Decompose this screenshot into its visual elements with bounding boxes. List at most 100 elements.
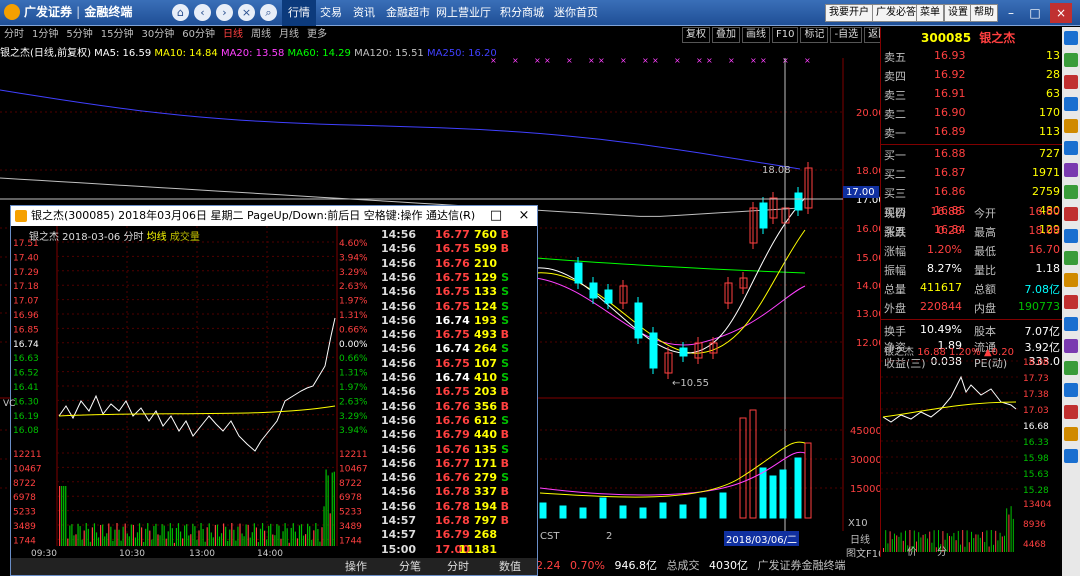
popup-vol-bar	[198, 530, 200, 546]
tick-side: B	[500, 242, 509, 256]
stock-name: 银之杰	[979, 31, 1016, 45]
period-tab-1[interactable]: 1分钟	[28, 27, 62, 43]
popup-close-button[interactable]: ×	[509, 206, 539, 226]
menu-6[interactable]: 迷你首页	[548, 0, 604, 26]
mini-tab-minute[interactable]: 分	[937, 543, 947, 558]
close-tab-icon[interactable]: ×	[238, 4, 255, 21]
period-tab-5[interactable]: 60分钟	[178, 27, 219, 43]
popup-vol-bar	[235, 540, 237, 546]
logo-text: 广发证券	[24, 5, 73, 19]
period-tab-7[interactable]: 周线	[247, 27, 275, 43]
popup-minimize-button[interactable]: –	[451, 206, 481, 226]
popup-vol-bar	[110, 526, 112, 546]
back-icon[interactable]: ‹	[194, 4, 211, 21]
order-book-row[interactable]: 卖五 16.93 13	[884, 49, 1060, 68]
home-icon[interactable]: ⌂	[172, 4, 189, 21]
popup-vol-bar	[239, 523, 241, 546]
side-tool-icon[interactable]	[1064, 251, 1078, 265]
side-tool-icon[interactable]	[1064, 427, 1078, 441]
popup-vol-bar	[184, 525, 186, 546]
side-tool-icon[interactable]	[1064, 317, 1078, 331]
top-button-3[interactable]: 设置	[944, 4, 972, 22]
side-tool-icon[interactable]	[1064, 141, 1078, 155]
period-tab-0[interactable]: 分时	[0, 27, 28, 43]
order-book-row[interactable]: 卖二 16.90 170	[884, 106, 1060, 125]
popup-tab-3[interactable]: 数值	[499, 559, 521, 574]
quote-label-2: 最低	[974, 245, 996, 258]
side-tool-icon[interactable]	[1064, 339, 1078, 353]
mini-vol-bar	[979, 537, 981, 552]
popup-tab-2[interactable]: 分时	[447, 559, 469, 574]
minimize-button[interactable]: –	[1000, 3, 1022, 23]
side-tool-icon[interactable]	[1064, 119, 1078, 133]
mini-tab-price[interactable]: 价	[907, 543, 917, 558]
period-tab-8[interactable]: 月线	[275, 27, 303, 43]
popup-tab-1[interactable]: 分笔	[399, 559, 421, 574]
menu-4[interactable]: 网上营业厅	[430, 0, 497, 26]
menu-5[interactable]: 积分商城	[494, 0, 550, 26]
chart-tool-4[interactable]: 标记	[800, 27, 829, 43]
chart-tool-0[interactable]: 复权	[682, 27, 710, 43]
order-book-row[interactable]: 卖一 16.89 113	[884, 125, 1060, 144]
chart-tool-1[interactable]: 叠加	[712, 27, 740, 43]
mini-vol-bar	[990, 530, 992, 552]
order-book-row[interactable]: 买二 16.87 1971	[884, 166, 1060, 185]
logo-icon	[4, 3, 20, 20]
daily-tab[interactable]: 日线	[850, 531, 870, 546]
tick-time: 14:57	[381, 528, 417, 542]
popup-intraday-chart[interactable]: 17.51 4.60%17.40 3.94%17.29 3.29%17.18 2.63%…	[11, 226, 377, 558]
side-tool-icon[interactable]	[1064, 229, 1078, 243]
popup-vol-bar	[249, 537, 251, 546]
top-button-2[interactable]: 菜单	[916, 4, 944, 22]
side-tool-icon[interactable]	[1064, 405, 1078, 419]
side-tool-icon[interactable]	[1064, 449, 1078, 463]
order-book-row[interactable]: 买三 16.86 2759	[884, 185, 1060, 204]
order-book-row[interactable]: 卖三 16.91 63	[884, 87, 1060, 106]
chart-tool-3[interactable]: F10	[772, 27, 799, 43]
top-button-4[interactable]: 帮助	[970, 4, 998, 22]
order-volume: 2759	[1032, 185, 1060, 198]
top-button-0[interactable]: 我要开户	[825, 4, 873, 22]
candle	[604, 289, 613, 304]
period-tab-4[interactable]: 30分钟	[137, 27, 178, 43]
period-tab-9[interactable]: 更多	[303, 27, 331, 43]
menu-3[interactable]: 金融超市	[380, 0, 436, 26]
popup-tab-0[interactable]: 操作	[345, 559, 367, 574]
close-button[interactable]: ×	[1050, 3, 1072, 23]
top-button-1[interactable]: 广发必答	[872, 4, 920, 22]
side-tool-icon[interactable]	[1064, 31, 1078, 45]
vol-unit: X10	[848, 518, 868, 529]
side-tool-icon[interactable]	[1064, 295, 1078, 309]
side-tool-icon[interactable]	[1064, 163, 1078, 177]
side-tool-icon[interactable]	[1064, 53, 1078, 67]
period-tab-2[interactable]: 5分钟	[62, 27, 96, 43]
menu-1[interactable]: 交易	[314, 0, 348, 26]
popup-right-tick: 4.60%	[339, 239, 368, 249]
side-tool-icon[interactable]	[1064, 75, 1078, 89]
order-volume: 28	[1046, 68, 1060, 81]
side-tool-icon[interactable]	[1064, 273, 1078, 287]
period-tab-3[interactable]: 15分钟	[97, 27, 138, 43]
forward-icon[interactable]: ›	[216, 4, 233, 21]
side-tool-icon[interactable]	[1064, 185, 1078, 199]
maximize-button[interactable]: □	[1024, 3, 1046, 23]
side-tool-icon[interactable]	[1064, 207, 1078, 221]
menu-2[interactable]: 资讯	[347, 0, 381, 26]
order-book-row[interactable]: 卖四 16.92 28	[884, 68, 1060, 87]
popup-vol-bar	[67, 538, 69, 546]
popup-maximize-button[interactable]: □	[481, 206, 511, 226]
menu-0[interactable]: 行情	[282, 0, 316, 26]
side-tool-icon[interactable]	[1064, 361, 1078, 375]
search-icon[interactable]: ⌕	[260, 4, 277, 21]
popup-right-tick: 3.29%	[339, 412, 368, 422]
side-tool-icon[interactable]	[1064, 97, 1078, 111]
quote-row: 涨跌 0.20 最高 18.08	[884, 224, 1060, 243]
period-tab-6[interactable]: 日线	[219, 27, 247, 43]
order-book-row[interactable]: 买一 16.88 727	[884, 147, 1060, 166]
volume-bar	[539, 502, 547, 519]
tick-row: 14:57 16.79 268	[377, 528, 537, 542]
chart-tool-5[interactable]: -自选	[830, 27, 863, 43]
chart-tool-2[interactable]: 画线	[742, 27, 770, 43]
mini-intraday-chart[interactable]: 18.08 17.73 17.38 17.03 16.68 16.33 15.98 15.63…	[881, 357, 1062, 557]
side-tool-icon[interactable]	[1064, 383, 1078, 397]
